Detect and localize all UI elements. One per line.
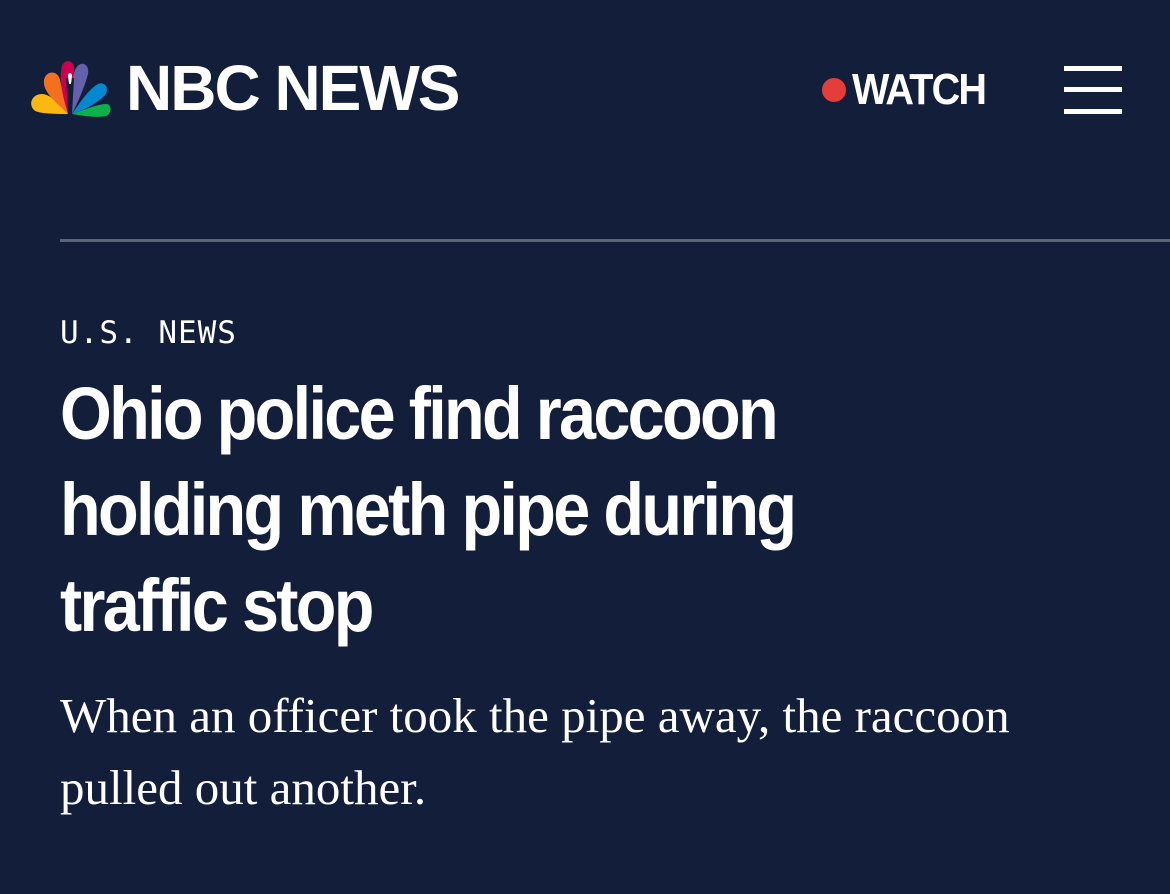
live-dot-icon: [822, 78, 846, 102]
menu-bar-bottom: [1064, 109, 1122, 114]
headline-line: holding meth pipe during: [60, 468, 797, 551]
nbc-peacock-icon: [31, 61, 111, 117]
article-headline: Ohio police find raccoon holding meth pi…: [60, 366, 1060, 654]
article-subheadline: When an officer took the pipe away, the …: [60, 688, 1010, 815]
headline-line: Ohio police find raccoon: [60, 372, 779, 455]
hamburger-menu-icon[interactable]: [1064, 66, 1122, 114]
header-divider: [60, 239, 1170, 242]
logo-text: NBC NEWS: [126, 52, 460, 124]
nbc-news-logo[interactable]: NBC NEWS: [28, 52, 460, 124]
watch-label: WATCH: [852, 65, 987, 114]
watch-live-button[interactable]: WATCH: [822, 68, 1000, 112]
menu-bar-middle: [1064, 87, 1122, 92]
menu-bar-top: [1064, 66, 1122, 71]
site-header: NBC NEWS WATCH: [0, 0, 1170, 182]
section-label[interactable]: U.S. NEWS: [60, 318, 237, 349]
headline-line: traffic stop: [60, 564, 374, 647]
